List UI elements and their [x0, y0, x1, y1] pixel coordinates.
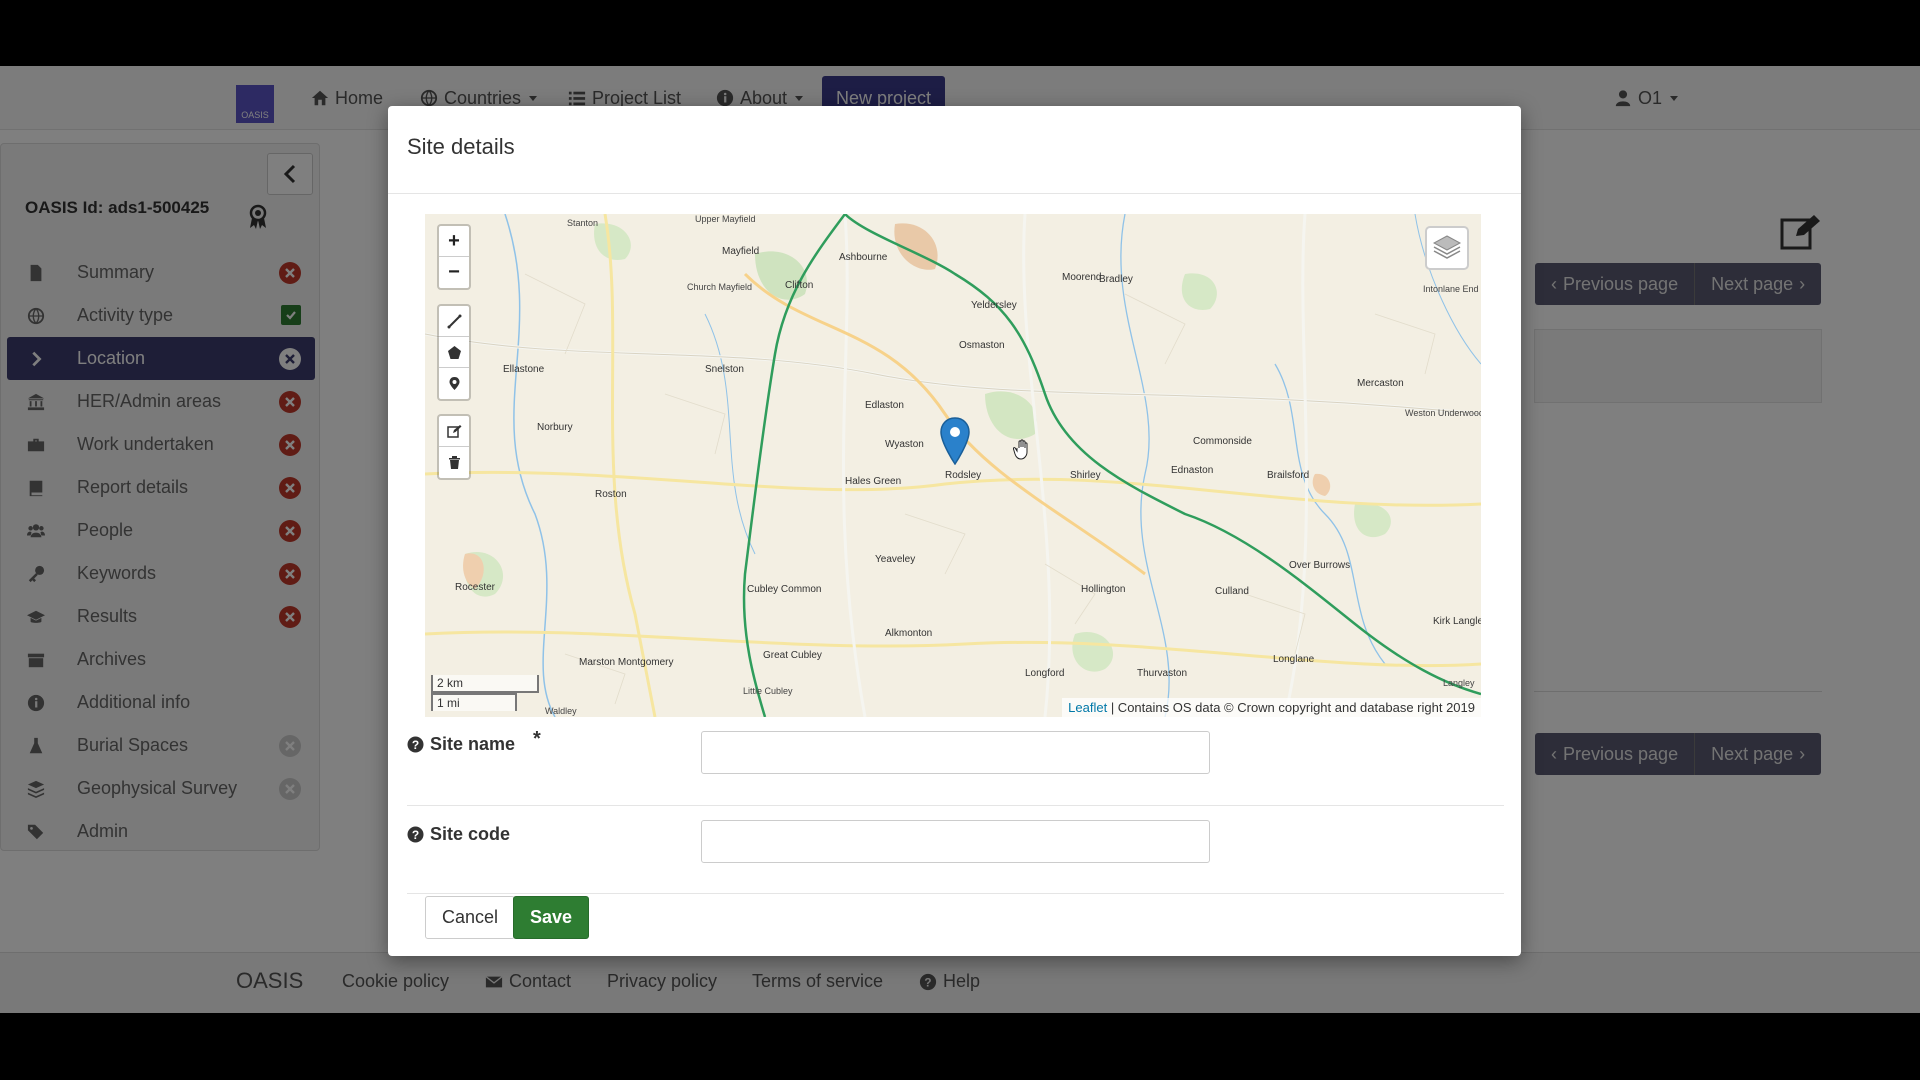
- map-label: Langley: [1443, 678, 1475, 688]
- required-marker: *: [533, 728, 541, 750]
- map-label: Alkmonton: [885, 628, 933, 639]
- map-label: Longford: [1025, 668, 1065, 679]
- map-label: Over Burrows: [1289, 560, 1351, 571]
- map-label: Shirley: [1070, 470, 1101, 481]
- map-label: Rocester: [455, 582, 496, 593]
- edit-layers-button[interactable]: [439, 416, 469, 447]
- map-label: Osmaston: [959, 340, 1005, 351]
- map-label: Yeaveley: [875, 554, 916, 565]
- form-footer-divider: [407, 893, 1504, 894]
- map-label: Roston: [595, 489, 627, 500]
- map-label: Church Mayfield: [687, 282, 753, 292]
- map-label: Thurvaston: [1137, 668, 1188, 679]
- delete-layers-button[interactable]: [439, 447, 469, 478]
- map-label: Brailsford: [1267, 470, 1310, 481]
- svg-text:?: ?: [412, 738, 419, 752]
- map-label: Ednaston: [1171, 465, 1214, 476]
- map-label: Culland: [1215, 586, 1249, 597]
- site-name-label: ? Site name *: [407, 728, 541, 755]
- layers-icon: [1432, 235, 1462, 259]
- map-label: Hales Green: [845, 476, 902, 487]
- save-button[interactable]: Save: [513, 896, 590, 939]
- map-label: Ashbourne: [839, 252, 888, 263]
- site-location-marker[interactable]: [940, 417, 970, 465]
- map-label: Weston Underwood: [1405, 408, 1481, 418]
- map-label: Great Cubley: [763, 650, 822, 661]
- polygon-icon: [447, 345, 461, 359]
- site-name-input[interactable]: [701, 731, 1210, 774]
- map-label: Clifton: [785, 280, 814, 291]
- screen: OASIS Home Countries Project List About …: [0, 0, 1920, 1080]
- zoom-in-button[interactable]: +: [439, 226, 469, 257]
- help-icon[interactable]: ?: [407, 736, 424, 753]
- scale-km: 2 km: [431, 675, 539, 693]
- map-marker-icon: [449, 377, 459, 390]
- attribution-text: | Contains OS data © Crown copyright and…: [1107, 700, 1475, 715]
- map-label: Norbury: [537, 422, 573, 433]
- scale-mi: 1 mi: [431, 693, 517, 711]
- map-attribution: Leaflet | Contains OS data © Crown copyr…: [1062, 698, 1481, 717]
- trash-icon: [448, 456, 460, 469]
- map-label: Stanton: [567, 218, 599, 228]
- map-label: Little Cubley: [743, 686, 793, 696]
- grab-cursor-icon: [1013, 439, 1028, 460]
- form-divider: [407, 805, 1504, 806]
- map-label: Cubley Common: [747, 584, 822, 595]
- help-icon[interactable]: ?: [407, 826, 424, 843]
- cancel-button[interactable]: Cancel: [425, 896, 516, 939]
- map-label: Hollington: [1081, 584, 1126, 595]
- site-map[interactable]: Stanton Upper Mayfield Mayfield Clifton …: [425, 214, 1481, 717]
- draw-marker-button[interactable]: [439, 368, 469, 399]
- edit-icon: [446, 424, 461, 438]
- map-label: Mayfield: [722, 246, 760, 257]
- map-label: Upper Mayfield: [695, 214, 756, 224]
- draw-polyline-button[interactable]: [439, 306, 469, 337]
- map-label: Wyaston: [885, 439, 924, 450]
- map-label: Yeldersley: [971, 300, 1017, 311]
- map-scale: 2 km 1 mi: [431, 675, 539, 711]
- leaflet-link[interactable]: Leaflet: [1068, 700, 1107, 715]
- map-label: Edlaston: [865, 400, 904, 411]
- zoom-out-button[interactable]: −: [439, 257, 469, 288]
- modal-header-divider: [388, 193, 1521, 194]
- line-draw-icon: [447, 314, 461, 328]
- map-label: Intonlane End: [1423, 284, 1479, 294]
- map-label: Rodsley: [945, 470, 982, 481]
- site-code-label: ? Site code: [407, 824, 510, 845]
- map-label: Commonside: [1193, 436, 1252, 447]
- map-label: Bradley: [1099, 274, 1133, 285]
- draw-polygon-button[interactable]: [439, 337, 469, 368]
- site-details-modal: Site details Stanton Upper Mayfield Mayf…: [388, 106, 1521, 956]
- map-label: Kirk Langley: [1433, 616, 1481, 627]
- map-tiles: [425, 214, 1481, 717]
- site-code-label-text: Site code: [430, 824, 511, 844]
- map-label: Waldley: [545, 706, 577, 716]
- map-label: Ellastone: [503, 364, 545, 375]
- svg-text:?: ?: [412, 828, 419, 842]
- draw-toolbar: [437, 304, 471, 401]
- map-label: Mercaston: [1357, 378, 1404, 389]
- edit-toolbar: [437, 414, 471, 480]
- map-label: Moorend: [1062, 272, 1102, 283]
- modal-title: Site details: [407, 134, 515, 159]
- site-code-input[interactable]: [701, 820, 1210, 863]
- layer-switcher-button[interactable]: [1425, 226, 1469, 270]
- map-label: Longlane: [1273, 654, 1315, 665]
- site-name-label-text: Site name: [430, 734, 516, 754]
- map-label: Snelston: [705, 364, 744, 375]
- map-label: Marston Montgomery: [579, 657, 674, 668]
- zoom-control: + −: [437, 224, 471, 290]
